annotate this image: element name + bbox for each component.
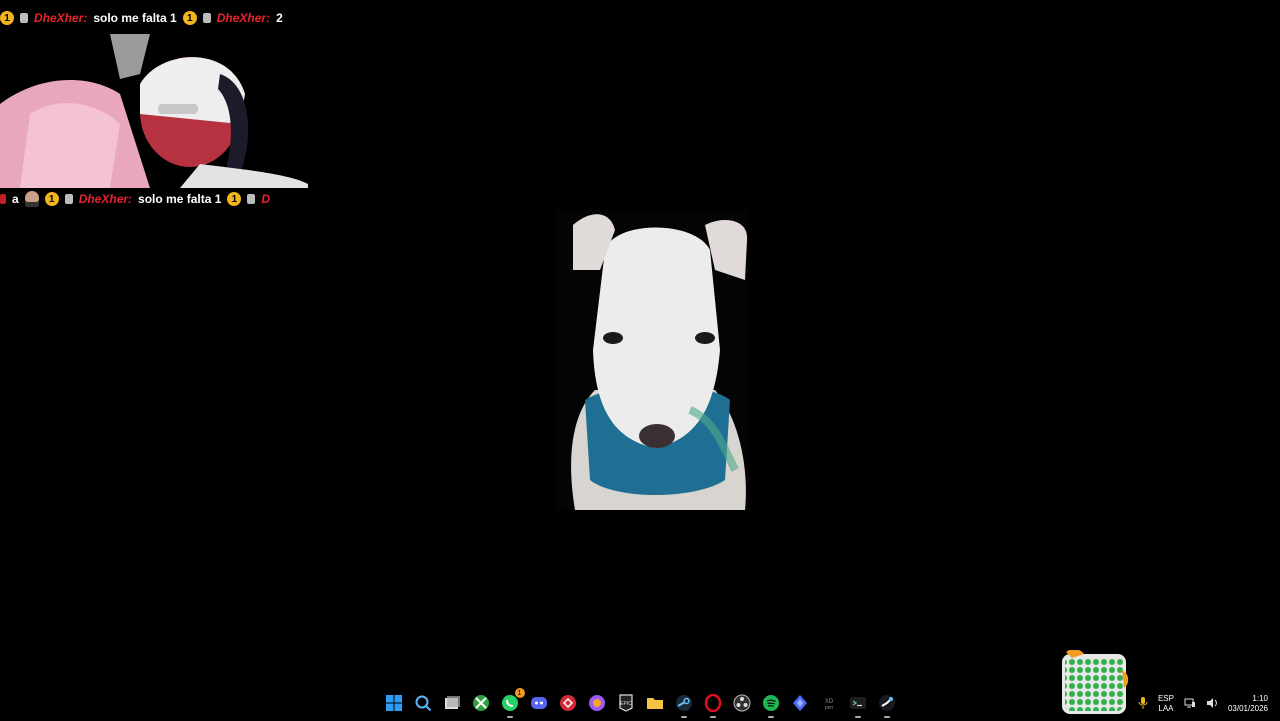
clock-time: 1:10	[1252, 694, 1268, 703]
webcam-feed	[0, 34, 308, 188]
keyboard-layout: LAA	[1158, 704, 1174, 713]
chat-message: solo me falta 1	[138, 192, 222, 206]
chat-author: DheXher:	[78, 192, 133, 206]
badge-icon	[64, 194, 73, 204]
browser-icon[interactable]	[587, 693, 607, 713]
terminal-icon[interactable]	[848, 693, 868, 718]
file-explorer-icon[interactable]	[645, 693, 665, 713]
steam-alt-icon[interactable]	[877, 693, 897, 718]
epic-games-icon[interactable]: EPIC	[616, 693, 636, 713]
chat-author: DheXher:	[34, 11, 88, 25]
chat-ticker-bottom: a 1 DheXher: solo me falta 1 1 D	[0, 188, 305, 210]
chat-message: solo me falta 1	[93, 11, 177, 25]
center-video	[555, 210, 749, 510]
network-icon[interactable]	[1184, 698, 1196, 710]
opera-icon[interactable]	[703, 693, 723, 718]
steam-icon[interactable]	[674, 693, 694, 718]
language-code: ESP	[1157, 694, 1174, 703]
svg-text:EPIC: EPIC	[620, 701, 632, 707]
chat-ticker-top: 1 DheXher: solo me falta 1 1 DheXher: 2	[0, 7, 305, 29]
avatar	[24, 191, 39, 207]
chat-message: a	[12, 192, 19, 206]
vpn-icon[interactable]	[558, 693, 578, 713]
clock-date: 03/01/2026	[1227, 704, 1268, 713]
xd-pen-icon[interactable]: XD pen	[819, 693, 839, 713]
microphone-icon[interactable]	[1138, 697, 1148, 711]
chat-author: DheXher:	[216, 11, 271, 25]
task-view-icon[interactable]	[442, 693, 462, 713]
coin-icon: 1	[44, 192, 59, 206]
whatsapp-icon[interactable]: 1	[500, 688, 525, 718]
badge-icon	[0, 194, 6, 204]
notification-badge: 1	[514, 688, 525, 698]
taskbar: 1 EPIC XD pen ESP LAA 1:10 03/01/2026	[0, 686, 1280, 720]
volume-icon[interactable]	[1206, 698, 1218, 710]
badge-icon	[20, 13, 28, 23]
obs-icon[interactable]	[732, 693, 752, 713]
language-indicator[interactable]: ESP LAA	[1158, 694, 1174, 714]
chat-author: D	[261, 192, 271, 206]
windows-start-icon[interactable]	[384, 693, 404, 713]
chat-message: 2	[276, 11, 283, 25]
taskbar-icons: 1 EPIC XD pen	[384, 688, 897, 718]
svg-text:pen: pen	[824, 705, 833, 711]
discord-icon[interactable]	[529, 693, 549, 713]
badge-icon	[202, 13, 211, 23]
dog-image	[555, 210, 749, 510]
xbox-icon[interactable]	[471, 693, 491, 713]
badge-icon	[247, 194, 256, 204]
clock[interactable]: 1:10 03/01/2026	[1228, 694, 1268, 714]
system-tray: ESP LAA 1:10 03/01/2026	[1138, 694, 1268, 714]
coin-icon: 1	[227, 192, 242, 206]
cloud-icon[interactable]	[790, 693, 810, 713]
spotify-icon[interactable]	[761, 693, 781, 718]
search-icon[interactable]	[413, 693, 433, 713]
coin-icon: 1	[0, 11, 14, 25]
coin-icon: 1	[182, 11, 197, 25]
